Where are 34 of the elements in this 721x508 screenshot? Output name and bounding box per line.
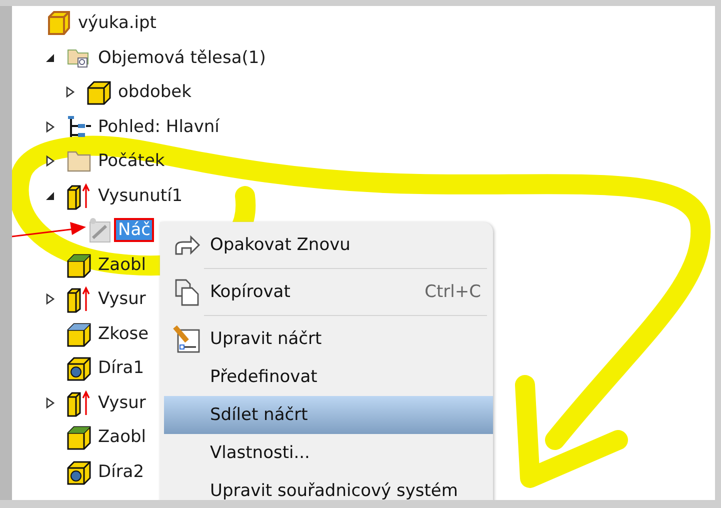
shortcut-text: Ctrl+C — [424, 282, 481, 302]
copy-icon — [174, 278, 200, 306]
collapse-arrow-icon[interactable] — [44, 52, 56, 64]
tree-item-label[interactable]: Vysur — [96, 289, 148, 310]
menu-item[interactable]: Upravit náčrt — [164, 320, 493, 358]
tree-item-label[interactable]: Díra2 — [96, 462, 146, 482]
extrude-icon — [66, 285, 92, 314]
menu-item[interactable]: Opakovat Znovu — [164, 226, 493, 264]
tree-item-label[interactable]: Zaobl — [96, 254, 148, 275]
menu-item[interactable]: Vlastnosti... — [164, 434, 493, 472]
tree-item-label[interactable]: Objemová tělesa(1) — [96, 48, 268, 68]
redo-icon — [173, 234, 201, 256]
menu-item[interactable]: Upravit souřadnicový systém — [164, 472, 493, 500]
tree-item-label[interactable]: Vysur — [96, 392, 148, 413]
expand-arrow-icon[interactable] — [64, 86, 76, 98]
menu-item[interactable]: Kopírovat Ctrl+C — [164, 273, 493, 311]
menu-item[interactable]: Předefinovat — [164, 358, 493, 396]
edit-sketch-icon — [173, 324, 201, 354]
expand-arrow-icon[interactable] — [44, 155, 56, 168]
tree-item-label[interactable]: Zkose — [96, 324, 151, 344]
expand-arrow-icon[interactable] — [44, 396, 56, 409]
tree-item-label[interactable]: obdobek — [116, 82, 194, 102]
extrude-icon — [66, 388, 92, 417]
tree-item-label[interactable]: výuka.ipt — [76, 13, 158, 34]
tree-item-label[interactable]: Pohled: Hlavní — [96, 116, 222, 137]
tree-item-label[interactable]: Zaobl — [96, 427, 148, 448]
expand-arrow-icon[interactable] — [44, 293, 56, 306]
menu-item[interactable]: Sdílet náčrt — [164, 396, 493, 434]
extrude-icon — [66, 182, 92, 210]
expand-arrow-icon[interactable] — [44, 120, 56, 133]
tree-item-label[interactable]: Vysunutí1 — [96, 186, 185, 206]
part-icon — [46, 9, 72, 38]
collapse-arrow-icon[interactable] — [44, 190, 56, 202]
tree-item-label[interactable]: Díra1 — [96, 358, 146, 378]
